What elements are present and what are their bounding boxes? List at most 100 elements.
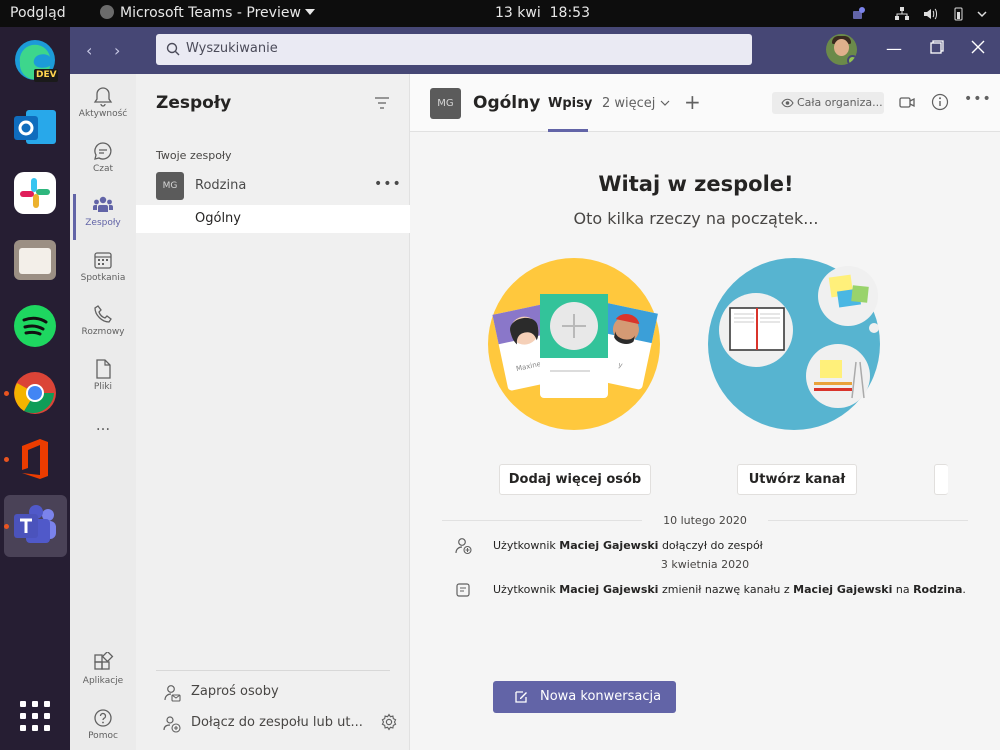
rail-item-help[interactable]: Pomoc: [70, 701, 136, 750]
search-input[interactable]: Wyszukiwanie: [156, 34, 752, 65]
rail-item-teams[interactable]: Zespoły: [70, 188, 136, 242]
team-name: Rodzina: [195, 178, 247, 193]
create-channel-illustration: [708, 258, 880, 430]
teams-app-icon: [100, 5, 114, 19]
close-button[interactable]: [970, 39, 986, 55]
more-options-icon[interactable]: •••: [964, 91, 992, 107]
rail-item-chat[interactable]: Czat: [70, 134, 136, 188]
gear-icon[interactable]: [380, 713, 398, 731]
file-icon: [96, 359, 111, 379]
dock-chrome[interactable]: [12, 370, 58, 416]
dock-files[interactable]: [12, 237, 58, 283]
running-indicator: [4, 391, 9, 396]
section-your-teams: Twoje zespoły: [156, 149, 232, 162]
back-arrow-icon[interactable]: ‹: [86, 41, 92, 60]
chat-icon: [94, 142, 112, 160]
add-tab-button[interactable]: +: [684, 90, 701, 114]
user-name[interactable]: Maciej Gajewski: [559, 583, 658, 596]
channel-name: Ogólny: [195, 211, 241, 226]
chrome-icon: [14, 372, 56, 414]
invite-people-label: Zaproś osoby: [191, 684, 279, 699]
meet-video-icon[interactable]: [898, 93, 916, 111]
teams-icon: [93, 196, 113, 212]
date-separator: 3 kwietnia 2020: [442, 558, 968, 571]
network-icon[interactable]: [894, 6, 910, 22]
rail-item-meetings[interactable]: Spotkania: [70, 243, 136, 297]
chevron-down-icon: [660, 100, 669, 106]
create-channel-button[interactable]: Utwórz kanał: [737, 464, 857, 495]
dock-teams-preview[interactable]: [12, 503, 58, 549]
team-avatar: MG: [156, 172, 184, 200]
user-name[interactable]: Maciej Gajewski: [559, 539, 658, 552]
invite-person-icon: [164, 685, 181, 702]
tab-more-dropdown[interactable]: 2 więcej: [602, 96, 670, 111]
volume-icon[interactable]: [922, 6, 938, 22]
application-dock: DEV: [0, 27, 70, 750]
rail-label: Rozmowy: [81, 327, 125, 337]
dock-outlook[interactable]: [12, 104, 58, 150]
add-member-icon: [455, 538, 472, 555]
info-icon[interactable]: [931, 93, 949, 111]
minimize-button[interactable]: —: [886, 39, 902, 58]
channel-title: Ogólny: [473, 93, 541, 113]
channel-item-general[interactable]: Ogólny: [136, 205, 410, 233]
add-people-button[interactable]: Dodaj więcej osób: [499, 464, 651, 495]
team-avatar: MG: [430, 88, 461, 119]
add-people-illustration: Maxine y: [488, 258, 660, 430]
more-options-icon[interactable]: •••: [374, 176, 402, 192]
rail-item-activity[interactable]: Aktywność: [70, 79, 136, 133]
spotify-icon: [14, 305, 56, 347]
next-action-button[interactable]: [934, 464, 948, 495]
team-item-rodzina[interactable]: MG Rodzina •••: [136, 172, 410, 202]
apps-icon: [94, 652, 114, 670]
channel-content: Witaj w zespole! Oto kilka rzeczy na poc…: [410, 132, 1000, 750]
clock-date: 13 kwi: [495, 5, 541, 21]
dock-edge-dev[interactable]: DEV: [12, 37, 58, 83]
rail-label: Spotkania: [80, 273, 126, 283]
help-icon: [94, 709, 112, 727]
maximize-button[interactable]: [928, 39, 944, 55]
tab-posts[interactable]: Wpisy: [548, 96, 592, 132]
new-conversation-button[interactable]: Nowa konwersacja: [493, 681, 676, 713]
running-indicator: [4, 524, 9, 529]
clock[interactable]: 13 kwi 18:53: [495, 5, 590, 21]
teams-tray-icon[interactable]: [850, 6, 866, 22]
rail-item-apps[interactable]: Aplikacje: [70, 646, 136, 700]
dock-spotify[interactable]: [12, 303, 58, 349]
join-create-team-label: Dołącz do zespołu lub ut...: [191, 715, 363, 730]
phone-icon: [94, 305, 112, 323]
folder-icon: [14, 240, 56, 280]
activity-channel-renamed: Użytkownik Maciej Gajewski zmienił nazwę…: [493, 583, 966, 596]
bell-icon: [93, 87, 113, 107]
rail-item-calls[interactable]: Rozmowy: [70, 297, 136, 351]
tab-more-label: 2 więcej: [602, 96, 656, 111]
panel-title: Zespoły: [156, 93, 232, 113]
dock-office[interactable]: [12, 436, 58, 482]
app-menu[interactable]: Microsoft Teams - Preview: [100, 5, 315, 21]
dock-slack[interactable]: [12, 170, 58, 216]
rail-item-files[interactable]: Pliki: [70, 352, 136, 406]
battery-icon[interactable]: [950, 6, 966, 22]
teams-title-bar: ‹ › Wyszukiwanie —: [70, 27, 1000, 74]
divider: [156, 670, 390, 671]
power-menu-icon[interactable]: [975, 6, 989, 22]
forward-arrow-icon[interactable]: ›: [114, 41, 120, 60]
activity-date: 10 lutego 2020: [663, 514, 747, 527]
join-team-icon: [163, 716, 181, 733]
user-avatar[interactable]: [826, 34, 857, 65]
show-applications-icon[interactable]: [20, 701, 50, 731]
app-rail: Aktywność Czat Zespoły Spotkania Rozmowy…: [70, 74, 136, 750]
old-channel-name: Maciej Gajewski: [793, 583, 893, 596]
slack-icon: [14, 172, 56, 214]
eye-icon: [781, 98, 794, 108]
rail-label: Pomoc: [88, 731, 118, 741]
channel-header: MG Ogólny Wpisy 2 więcej + Cała organiza…: [410, 74, 1000, 132]
org-wide-button[interactable]: Cała organiza...: [772, 92, 884, 114]
calendar-icon: [94, 252, 112, 269]
activities-button[interactable]: Podgląd: [10, 5, 66, 21]
search-placeholder: Wyszukiwanie: [186, 41, 278, 56]
filter-icon[interactable]: [374, 96, 390, 110]
more-apps-button[interactable]: ...: [70, 416, 136, 470]
activity-date: 3 kwietnia 2020: [660, 558, 750, 571]
chevron-down-icon: [304, 9, 315, 15]
